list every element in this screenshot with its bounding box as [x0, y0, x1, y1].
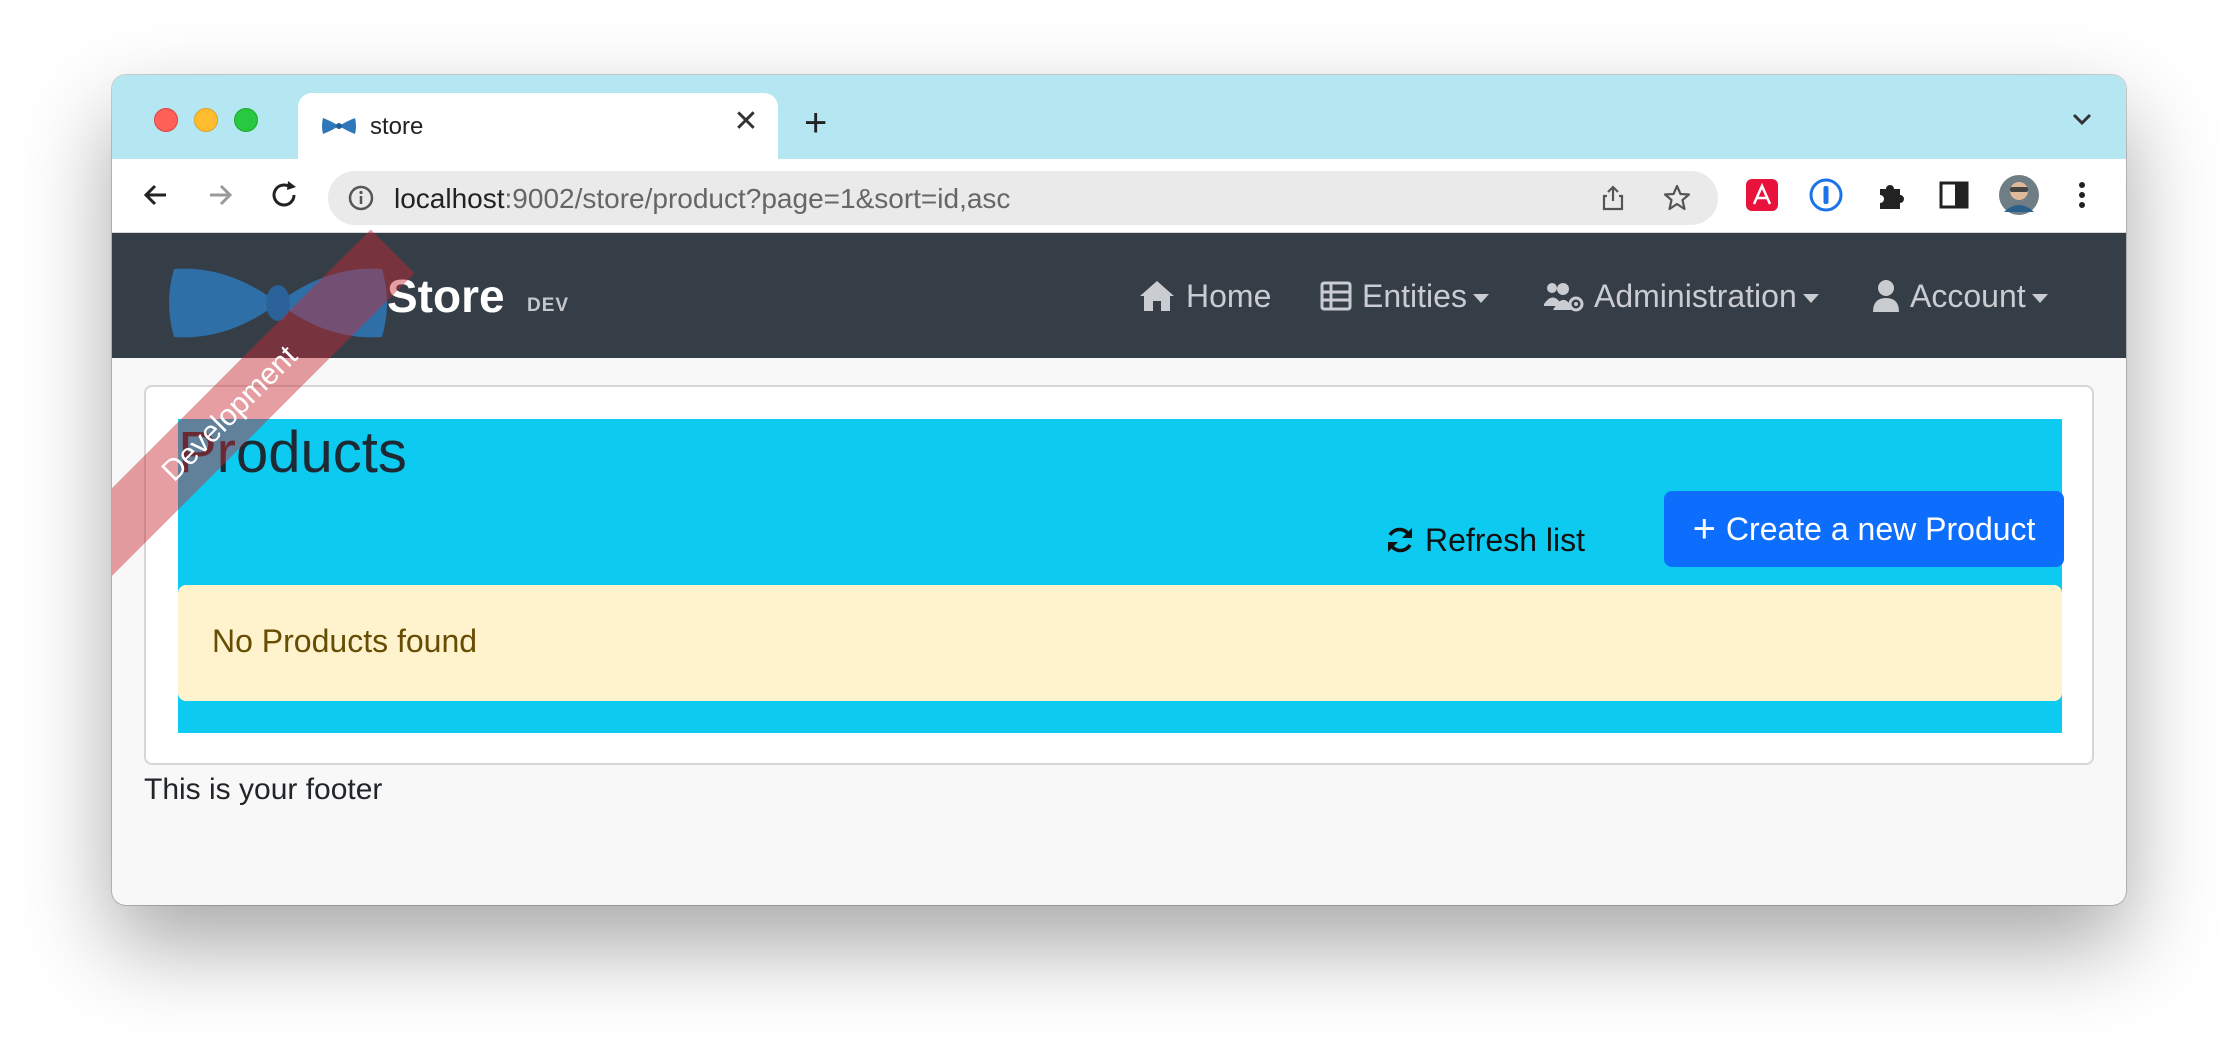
environment-badge: DEV — [527, 295, 570, 316]
nav-entities-label: Entities — [1362, 277, 1467, 314]
home-icon — [1140, 281, 1174, 311]
table-icon — [1320, 281, 1352, 311]
create-product-button[interactable]: + Create a new Product — [1664, 491, 2064, 567]
page-footer: This is your footer — [144, 773, 383, 806]
nav-account[interactable]: Account — [1872, 271, 2048, 321]
url-path: :9002/store/product?page=1&sort=id,asc — [504, 183, 1011, 214]
user-icon — [1873, 280, 1899, 312]
caret-down-icon — [2031, 293, 2048, 303]
caret-down-icon — [1802, 293, 1819, 303]
minimize-window-button[interactable] — [194, 108, 218, 132]
tab-title: store — [370, 113, 424, 140]
reload-icon[interactable] — [264, 175, 304, 215]
app-navbar: Store DEV Home Entities Administration A… — [112, 233, 2126, 358]
profile-avatar[interactable] — [1998, 174, 2040, 216]
share-icon[interactable] — [1598, 183, 1628, 213]
caret-down-icon — [1472, 293, 1489, 303]
users-cog-icon — [1544, 283, 1584, 312]
url-host: localhost — [394, 183, 505, 214]
refresh-list-button[interactable]: Refresh list — [1380, 503, 1590, 577]
nav-administration[interactable]: Administration — [1542, 271, 1819, 321]
nav-home[interactable]: Home — [1138, 271, 1271, 321]
zoom-window-button[interactable] — [234, 108, 258, 132]
create-product-label: Create a new Product — [1725, 510, 2036, 547]
refresh-list-label: Refresh list — [1424, 521, 1586, 558]
bookmark-star-icon[interactable] — [1662, 183, 1692, 213]
new-tab-button[interactable]: + — [804, 103, 827, 143]
close-window-button[interactable] — [154, 108, 178, 132]
browser-toolbar: localhost:9002/store/product?page=1&sort… — [112, 159, 2126, 233]
forward-arrow-icon[interactable] — [200, 175, 240, 215]
empty-state-alert: No Products found — [178, 585, 2062, 701]
password-manager-icon[interactable] — [1808, 177, 1844, 213]
bowtie-favicon-icon — [322, 118, 356, 134]
tab-close-icon[interactable]: ✕ — [730, 107, 762, 137]
address-bar[interactable]: localhost:9002/store/product?page=1&sort… — [328, 171, 1718, 225]
nav-entities[interactable]: Entities — [1320, 271, 1489, 321]
url-text: localhost:9002/store/product?page=1&sort… — [394, 183, 1010, 215]
extensions-puzzle-icon[interactable] — [1872, 177, 1908, 213]
browser-menu-icon[interactable] — [2064, 177, 2100, 213]
browser-window: store ✕ + localhost:9002/store/product?p… — [112, 75, 2126, 905]
extension-red-icon[interactable] — [1744, 177, 1780, 213]
plus-icon: + — [1692, 507, 1716, 551]
nav-account-label: Account — [1910, 277, 2026, 314]
side-panel-icon[interactable] — [1936, 177, 1972, 213]
back-arrow-icon[interactable] — [136, 175, 176, 215]
tab-search-chevron-icon[interactable] — [2068, 109, 2096, 129]
sync-icon — [1387, 527, 1412, 553]
nav-home-label: Home — [1186, 277, 1272, 314]
content-card: Products Refresh list + Create a new Pro… — [144, 385, 2094, 765]
browser-tab[interactable]: store ✕ — [298, 93, 778, 159]
site-info-icon[interactable] — [348, 185, 374, 211]
nav-administration-label: Administration — [1594, 277, 1797, 314]
tab-strip: store ✕ + — [112, 75, 2126, 159]
empty-state-message: No Products found — [212, 623, 478, 659]
products-container: Products Refresh list + Create a new Pro… — [178, 419, 2064, 733]
